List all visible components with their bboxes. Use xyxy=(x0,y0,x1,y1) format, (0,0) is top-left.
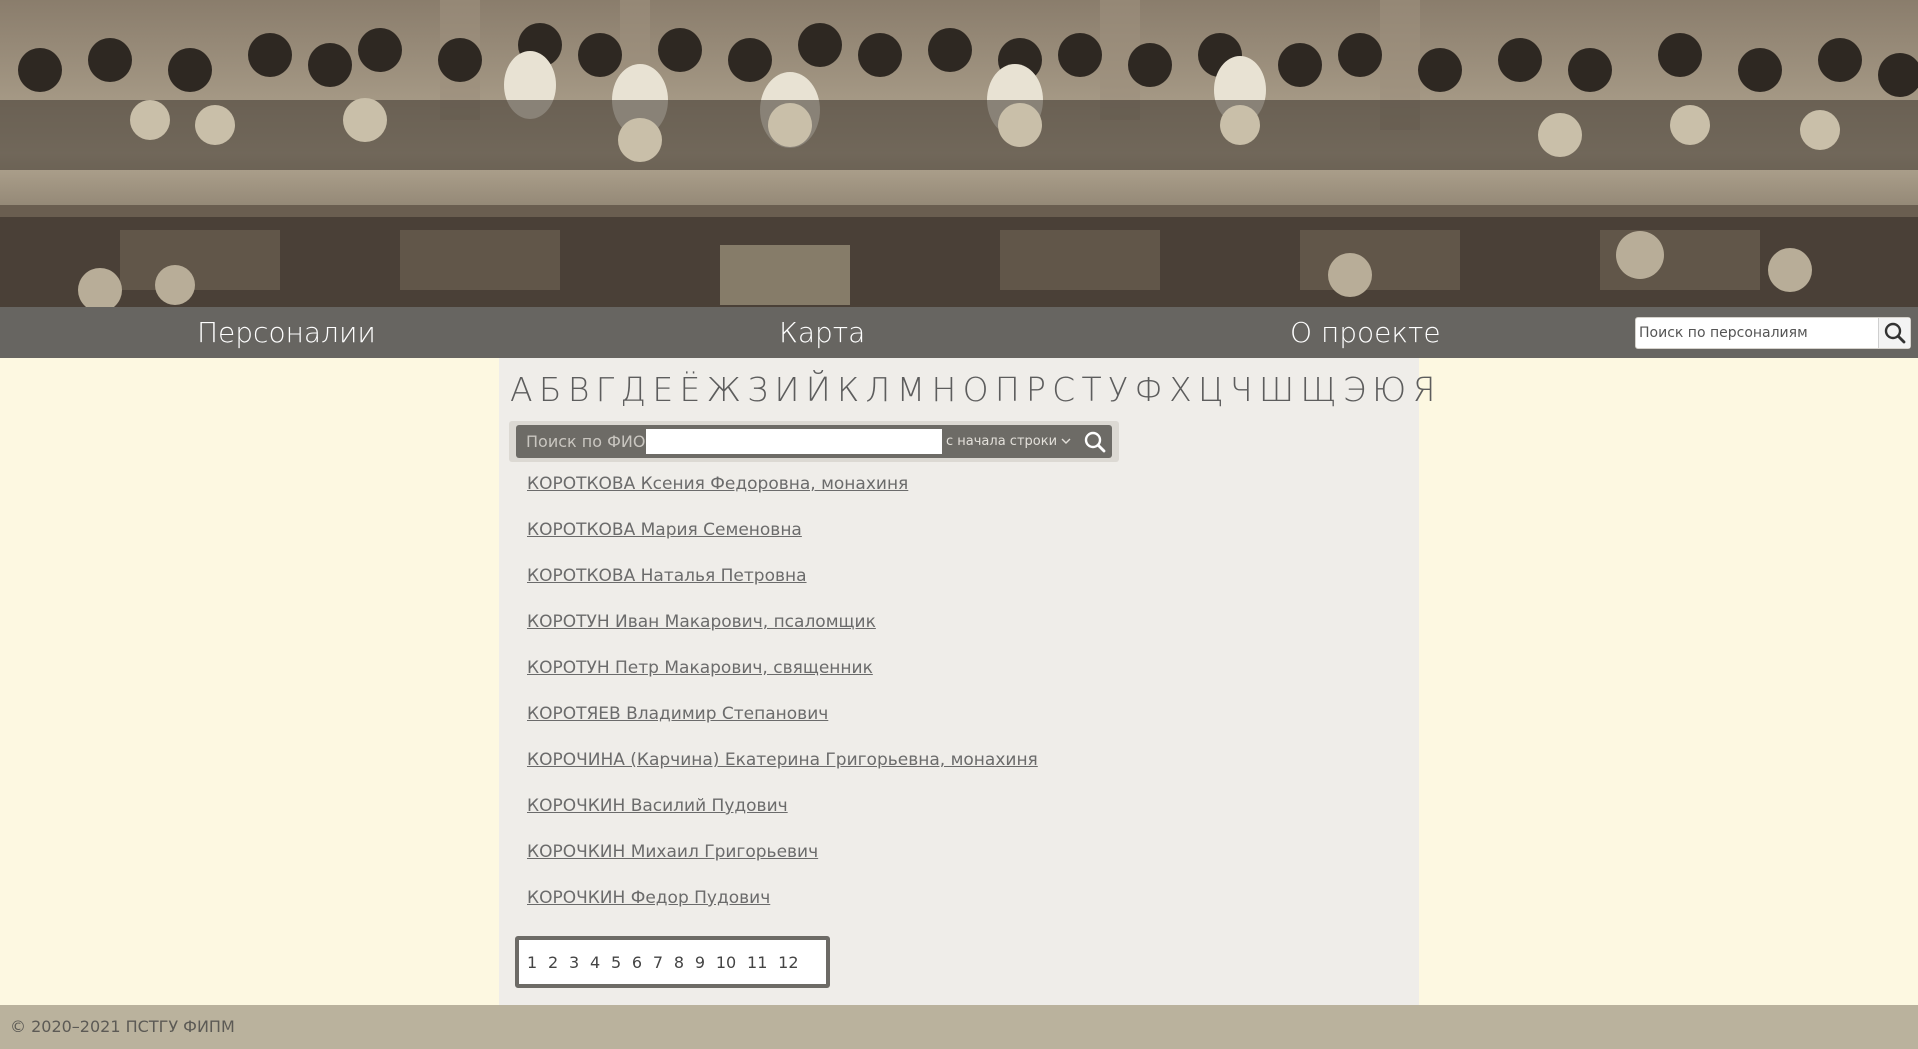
list-item: КОРОТКОВА Мария Семеновна xyxy=(527,519,1407,565)
alphabet-letter[interactable]: Л xyxy=(866,368,891,412)
person-link[interactable]: КОРОТУН Петр Макарович, священник xyxy=(527,658,873,678)
main-content: АБВГДЕЁЖЗИЙКЛМНОПРСТУФХЦЧШЩЭЮЯ Поиск по … xyxy=(499,358,1435,1005)
alphabet-letter[interactable]: З xyxy=(747,368,768,412)
alphabet-letter[interactable]: А xyxy=(510,368,533,412)
page-link[interactable]: 2 xyxy=(548,953,558,972)
list-item: КОРОЧИНА (Карчина) Екатерина Григорьевна… xyxy=(527,749,1407,795)
list-item: КОРОТУН Иван Макарович, псаломщик xyxy=(527,611,1407,657)
alphabet-letter[interactable]: Ж xyxy=(707,368,741,412)
alphabet-letter[interactable]: Х xyxy=(1169,368,1192,412)
alphabet-letter[interactable]: Г xyxy=(596,368,614,412)
global-search-button[interactable] xyxy=(1878,318,1910,348)
copyright-text: © 2020–2021 ПСТГУ ФИПМ xyxy=(10,1017,235,1036)
fio-search-inner: Поиск по ФИО с начала строки xyxy=(516,425,1112,458)
alphabet-letter[interactable]: Я xyxy=(1412,368,1435,412)
alphabet-letter[interactable]: Е xyxy=(652,368,673,412)
page-link[interactable]: 7 xyxy=(653,953,663,972)
alphabet-letter[interactable]: П xyxy=(995,368,1020,412)
alphabet-letter[interactable]: К xyxy=(837,368,859,412)
alphabet-letter[interactable]: Э xyxy=(1343,368,1366,412)
alphabet-letter[interactable]: Д xyxy=(620,368,646,412)
person-link[interactable]: КОРОТЯЕВ Владимир Степанович xyxy=(527,704,828,724)
alphabet-letter[interactable]: Ч xyxy=(1230,368,1253,412)
page-link[interactable]: 10 xyxy=(716,953,736,972)
search-mode-label: с начала строки xyxy=(946,434,1058,449)
alphabet-letter[interactable]: Н xyxy=(931,368,956,412)
page-link[interactable]: 8 xyxy=(674,953,684,972)
alphabet-letter[interactable]: Ц xyxy=(1198,368,1224,412)
alphabet-letter[interactable]: Ш xyxy=(1259,368,1294,412)
nav-map-link[interactable]: Карта xyxy=(779,307,865,358)
person-link[interactable]: КОРОЧКИН Михаил Григорьевич xyxy=(527,842,818,862)
page-link[interactable]: 4 xyxy=(590,953,600,972)
alphabet-letter[interactable]: У xyxy=(1108,368,1128,412)
alphabet-letter[interactable]: С xyxy=(1052,368,1075,412)
alphabet-letter[interactable]: Ё xyxy=(679,368,700,412)
search-icon xyxy=(1084,431,1106,453)
page-link[interactable]: 5 xyxy=(611,953,621,972)
list-item: КОРОТУН Петр Макарович, священник xyxy=(527,657,1407,703)
nav-about-link[interactable]: О проекте xyxy=(1290,307,1441,358)
alphabet-letter[interactable]: Щ xyxy=(1300,368,1336,412)
fio-search-input[interactable] xyxy=(646,429,942,454)
nav-personalii-link[interactable]: Персоналии xyxy=(197,307,376,358)
person-link[interactable]: КОРОТУН Иван Макарович, псаломщик xyxy=(527,612,876,632)
page-link[interactable]: 11 xyxy=(747,953,767,972)
person-list: КОРОТКОВА Ксения Федоровна, монахиня КОРО… xyxy=(527,473,1407,933)
footer: © 2020–2021 ПСТГУ ФИПМ xyxy=(0,1005,1918,1049)
page-link[interactable]: 6 xyxy=(632,953,642,972)
person-link[interactable]: КОРОТКОВА Ксения Федоровна, монахиня xyxy=(527,474,908,494)
alphabet-letter[interactable]: М xyxy=(897,368,925,412)
alphabet-letter[interactable]: Б xyxy=(539,368,562,412)
global-search-box xyxy=(1635,317,1911,349)
person-link[interactable]: КОРОЧКИН Василий Пудович xyxy=(527,796,788,816)
list-item: КОРОТЯЕВ Владимир Степанович xyxy=(527,703,1407,749)
page-link[interactable]: 9 xyxy=(695,953,705,972)
person-link[interactable]: КОРОТКОВА Наталья Петровна xyxy=(527,566,807,586)
fio-search-bar: Поиск по ФИО с начала строки xyxy=(509,421,1119,462)
page-link[interactable]: 12 xyxy=(778,953,798,972)
global-search-input[interactable] xyxy=(1636,318,1881,348)
list-item: КОРОЧКИН Федор Пудович xyxy=(527,887,1407,933)
person-link[interactable]: КОРОЧКИН Федор Пудович xyxy=(527,888,770,908)
alphabet-letter[interactable]: Ю xyxy=(1372,368,1406,412)
page-link[interactable]: 1 xyxy=(527,953,537,972)
person-link[interactable]: КОРОТКОВА Мария Семеновна xyxy=(527,520,802,540)
list-item: КОРОТКОВА Наталья Петровна xyxy=(527,565,1407,611)
banner-photo-image xyxy=(0,0,1918,307)
alphabet-letter[interactable]: И xyxy=(775,368,800,412)
fio-search-button[interactable] xyxy=(1082,429,1108,455)
alphabet-letter[interactable]: Й xyxy=(806,368,831,412)
alphabet-letter[interactable]: О xyxy=(963,368,989,412)
list-item: КОРОЧКИН Михаил Григорьевич xyxy=(527,841,1407,887)
pagination: 1 2 3 4 5 6 7 8 9 10 11 12 xyxy=(515,936,830,988)
search-mode-dropdown[interactable]: с начала строки xyxy=(946,425,1071,458)
header-banner-photo xyxy=(0,0,1918,307)
alphabet-index: АБВГДЕЁЖЗИЙКЛМНОПРСТУФХЦЧШЩЭЮЯ xyxy=(510,368,1435,412)
person-link[interactable]: КОРОЧИНА (Карчина) Екатерина Григорьевна… xyxy=(527,750,1038,770)
alphabet-letter[interactable]: Р xyxy=(1026,368,1046,412)
alphabet-letter[interactable]: Т xyxy=(1082,368,1102,412)
main-navbar: Персоналии Карта О проекте xyxy=(0,307,1918,358)
alphabet-letter[interactable]: Ф xyxy=(1134,368,1162,412)
alphabet-letter[interactable]: В xyxy=(568,368,590,412)
list-item: КОРОЧКИН Василий Пудович xyxy=(527,795,1407,841)
fio-search-label: Поиск по ФИО xyxy=(526,432,646,451)
chevron-down-icon xyxy=(1061,438,1071,444)
list-item: КОРОТКОВА Ксения Федоровна, монахиня xyxy=(527,473,1407,519)
search-icon xyxy=(1884,322,1906,344)
page-link[interactable]: 3 xyxy=(569,953,579,972)
